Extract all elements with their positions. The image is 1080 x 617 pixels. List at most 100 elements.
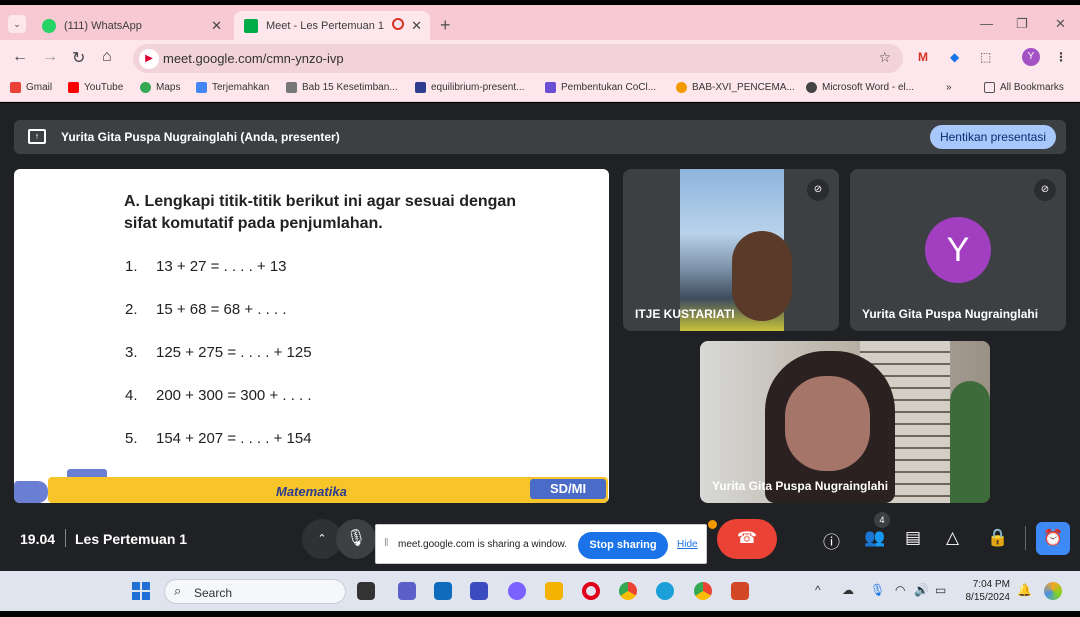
copilot-icon[interactable] xyxy=(508,582,526,600)
bookmark-word[interactable]: Microsoft Word - el... xyxy=(806,82,914,93)
back-icon[interactable]: ← xyxy=(12,48,28,66)
meeting-time: 19.04 xyxy=(20,531,56,547)
home-icon[interactable]: ⌂ xyxy=(102,48,112,66)
muted-mic-icon: ⊘ xyxy=(1034,179,1056,201)
meet-controls-bar: 19.04 Les Pertemuan 1 ⌃ 🎙 ‖ meet.google.… xyxy=(0,512,1080,571)
teams-icon[interactable] xyxy=(398,582,416,600)
bookmark-pembentukan[interactable]: Pembentukan CoCl... xyxy=(545,82,656,93)
notification-bell-icon[interactable]: 🔔 xyxy=(1017,583,1032,597)
stop-sharing-button[interactable]: Stop sharing xyxy=(578,532,668,559)
volume-icon[interactable]: 🔊 xyxy=(914,583,929,597)
problem-text: 125 + 275 = . . . . + 125 xyxy=(156,344,312,361)
more-bookmarks-button[interactable]: » xyxy=(946,82,952,93)
page-icon xyxy=(286,82,297,93)
chrome-profile-icon[interactable] xyxy=(694,582,712,600)
chat-icon[interactable]: ▤ xyxy=(905,528,921,548)
app-icon[interactable] xyxy=(470,582,488,600)
stop-presenting-button[interactable]: Hentikan presentasi xyxy=(929,125,1056,149)
meet-icon xyxy=(244,18,258,33)
tab-search-dropdown[interactable]: ⌄ xyxy=(8,15,26,33)
powerpoint-icon[interactable] xyxy=(731,582,749,600)
doc-icon xyxy=(676,82,687,93)
menu-icon[interactable]: ⋮ xyxy=(1055,50,1067,64)
mic-tray-icon[interactable]: 🎙 xyxy=(870,583,885,597)
notification-dot xyxy=(708,520,717,529)
participant-tile-yurita[interactable]: Y ⊘ Yurita Gita Puspa Nugrainglahi xyxy=(850,169,1066,331)
meeting-name: Les Pertemuan 1 xyxy=(75,531,188,547)
slide-heading: A. Lengkapi titik-titik berikut ini agar… xyxy=(124,193,517,232)
edge-icon[interactable] xyxy=(656,582,674,600)
file-explorer-icon[interactable] xyxy=(545,582,563,600)
divider xyxy=(1025,526,1026,550)
bookmark-label: YouTube xyxy=(84,82,124,93)
onedrive-icon[interactable]: ☁ xyxy=(842,583,854,597)
address-bar[interactable]: ▶ meet.google.com/cmn-ynzo-ivp ☆ xyxy=(133,44,903,73)
restore-icon[interactable]: ❐ xyxy=(1016,16,1028,32)
activities-icon[interactable]: △ xyxy=(946,528,959,548)
maps-icon xyxy=(140,82,151,93)
problem-item: 2. 15 + 68 = 68 + . . . . xyxy=(125,301,287,318)
taskbar-search[interactable]: ⌕ Search xyxy=(164,579,346,604)
divider xyxy=(65,529,66,547)
tab-meet[interactable]: Meet - Les Pertemuan 1 ✕ xyxy=(234,11,430,40)
drag-handle-icon[interactable]: ‖ xyxy=(384,537,389,549)
all-bookmarks[interactable]: All Bookmarks xyxy=(984,82,1064,93)
plant xyxy=(950,381,990,503)
problem-item: 1. 13 + 27 = . . . . + 13 xyxy=(125,258,287,275)
extensions-puzzle-icon[interactable]: ⬚ xyxy=(980,50,991,64)
chrome-icon[interactable] xyxy=(619,582,637,600)
bookmark-maps[interactable]: Maps xyxy=(140,82,180,93)
close-icon[interactable]: ✕ xyxy=(411,18,422,34)
outlook-icon[interactable] xyxy=(434,582,452,600)
new-tab-button[interactable]: + xyxy=(440,15,451,36)
task-view-icon[interactable] xyxy=(357,582,375,600)
microphone-button[interactable]: 🎙 xyxy=(336,519,376,559)
forward-icon[interactable]: → xyxy=(42,48,58,66)
windows-start-icon[interactable] xyxy=(132,582,150,600)
bookmark-equilibrium[interactable]: equilibrium-present... xyxy=(415,82,524,93)
widgets-icon[interactable] xyxy=(1044,582,1062,600)
problem-number: 1. xyxy=(125,258,138,275)
end-call-button[interactable]: ☎ xyxy=(717,519,777,559)
footer-tab-decoration xyxy=(67,469,107,477)
search-label: Search xyxy=(194,586,233,600)
extension-diamond-icon[interactable]: ◆ xyxy=(950,50,959,64)
participant-tile-itje[interactable]: ⊘ ITJE KUSTARIATI xyxy=(623,169,839,331)
info-icon[interactable]: ⓘ xyxy=(823,528,840,553)
url-text: meet.google.com/cmn-ynzo-ivp xyxy=(163,51,344,66)
person-face xyxy=(785,376,870,471)
bookmark-bab15[interactable]: Bab 15 Kesetimban... xyxy=(286,82,398,93)
bookmark-translate[interactable]: Terjemahkan xyxy=(196,82,269,93)
hide-link[interactable]: Hide xyxy=(677,539,698,550)
host-controls-icon[interactable]: 🔒 xyxy=(987,528,1008,548)
profile-avatar[interactable]: Y xyxy=(1022,48,1040,66)
wifi-icon[interactable]: ◠ xyxy=(895,583,905,597)
window-close-icon[interactable]: ✕ xyxy=(1055,16,1066,32)
tab-strip: ⌄ (111) WhatsApp ✕ Meet - Les Pertemuan … xyxy=(0,5,1080,40)
bookmark-star-icon[interactable]: ☆ xyxy=(878,49,891,66)
bookmark-gmail[interactable]: Gmail xyxy=(10,82,52,93)
book-icon xyxy=(14,481,48,503)
bookmark-youtube[interactable]: YouTube xyxy=(68,82,123,93)
problem-number: 4. xyxy=(125,387,138,404)
browser-toolbar: ← → ↻ ⌂ ▶ meet.google.com/cmn-ynzo-ivp ☆… xyxy=(0,40,1080,76)
opera-icon[interactable] xyxy=(582,582,600,600)
problem-text: 200 + 300 = 300 + . . . . xyxy=(156,387,312,404)
alarm-icon[interactable]: ⏰ xyxy=(1036,522,1070,555)
self-view-tile[interactable]: Yurita Gita Puspa Nugrainglahi xyxy=(700,341,990,503)
taskbar-clock[interactable]: 7:04 PM 8/15/2024 xyxy=(960,578,1011,604)
show-hidden-icons[interactable]: ^ xyxy=(815,583,821,597)
people-icon[interactable]: 👥 xyxy=(864,528,885,548)
tab-label: (111) WhatsApp xyxy=(64,19,142,32)
close-icon[interactable]: ✕ xyxy=(211,18,222,34)
participant-name: Yurita Gita Puspa Nugrainglahi xyxy=(862,307,1039,321)
all-bookmarks-label: All Bookmarks xyxy=(1000,82,1064,93)
battery-icon[interactable]: ▭ xyxy=(935,583,946,597)
minimize-icon[interactable]: — xyxy=(980,16,993,31)
bookmark-bab16[interactable]: BAB-XVI_PENCEMA... xyxy=(676,82,795,93)
reload-icon[interactable]: ↻ xyxy=(72,48,85,68)
site-info-icon[interactable]: ▶ xyxy=(139,49,159,69)
tab-whatsapp[interactable]: (111) WhatsApp ✕ xyxy=(32,11,230,40)
youtube-icon xyxy=(68,82,79,93)
extension-m-icon[interactable]: M xyxy=(918,50,928,64)
